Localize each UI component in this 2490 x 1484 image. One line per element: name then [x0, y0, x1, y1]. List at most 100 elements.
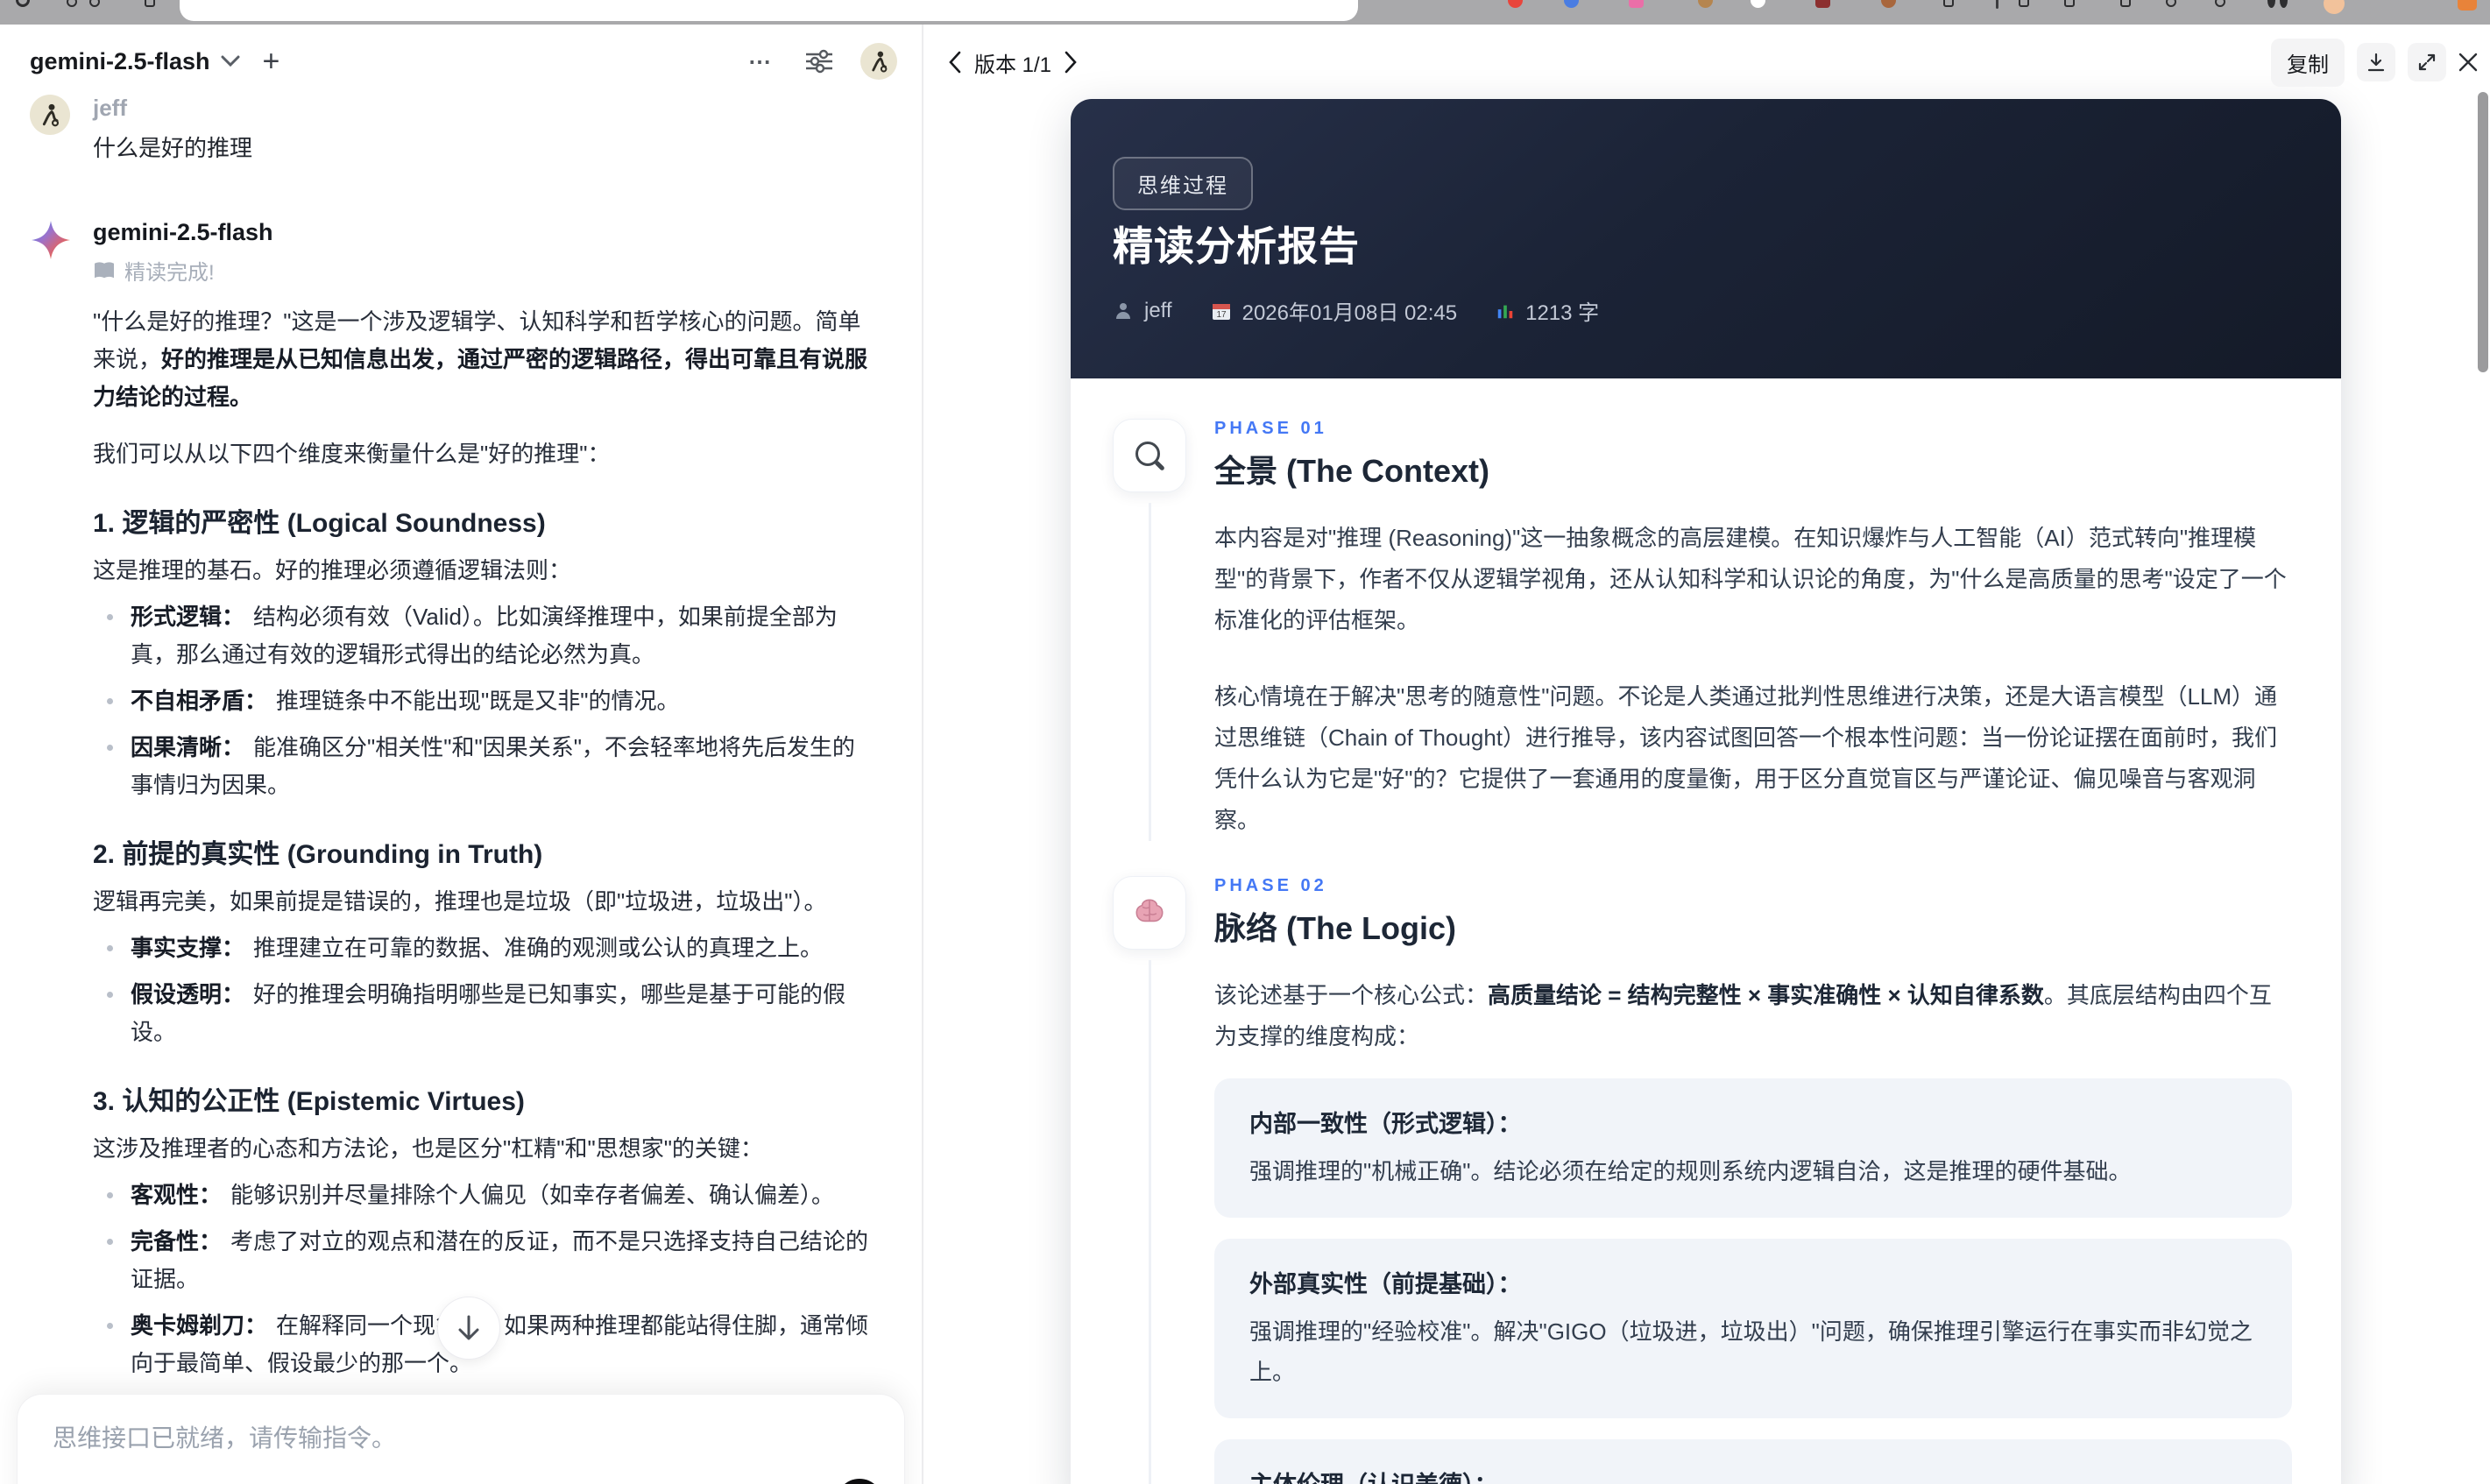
- avatar-figure-icon: [872, 51, 888, 73]
- phase-section-2: PHASE 02 脉络 (The Logic) 该论述基于一个核心公式：高质量结…: [1113, 876, 2292, 1484]
- phase1-icon-box: [1113, 419, 1186, 492]
- assistant-lead: 我们可以从以下四个维度来衡量什么是"好的推理"：: [93, 441, 611, 467]
- extension-icon-blue[interactable]: [1564, 0, 1579, 8]
- composer-placeholder[interactable]: 思维接口已就绪，请传输指令。: [53, 1419, 396, 1454]
- version-prev-button[interactable]: [948, 51, 962, 74]
- phase-rail: [1113, 876, 1186, 1484]
- voice-input-button[interactable]: [836, 1479, 883, 1484]
- extension-icon-pen[interactable]: [2064, 0, 2075, 7]
- brain-icon: [1135, 899, 1164, 922]
- bullet-dot: [107, 1192, 113, 1198]
- scrollbar-thumb[interactable]: [2478, 92, 2488, 372]
- profile-avatar-icon[interactable]: [2324, 0, 2345, 14]
- phase2-icon-box: [1113, 876, 1186, 950]
- bullet-dot: [107, 745, 113, 751]
- extension-icon-darkred[interactable]: [1815, 0, 1830, 8]
- avatar-figure-icon: [42, 103, 60, 127]
- browser-apps-icon[interactable]: [67, 0, 77, 7]
- bullet-dot: [107, 1323, 113, 1329]
- phase2-title: 脉络 (The Logic): [1214, 910, 1456, 946]
- extension-icon-refresh[interactable]: [2166, 0, 2176, 7]
- meta-author: jeff: [1113, 299, 1172, 323]
- bullet-dot: [107, 698, 113, 704]
- chevron-right-icon: [1065, 51, 1077, 74]
- close-icon: [2458, 53, 2478, 72]
- sliders-icon: [806, 49, 832, 74]
- extension-icon-white[interactable]: [1751, 0, 1765, 8]
- user-message-text: 什么是好的推理: [93, 135, 253, 161]
- user-message: jeff 什么是好的推理: [30, 95, 897, 163]
- svg-text:17: 17: [1216, 310, 1227, 320]
- phase-rail: [1113, 419, 1186, 841]
- calendar-icon: 17: [1212, 303, 1230, 320]
- artifact-actions: 复制: [2271, 38, 2478, 87]
- scroll-to-bottom-button[interactable]: [437, 1297, 500, 1360]
- phase1-label: PHASE 01: [1214, 419, 1327, 438]
- extension-icon-sliders[interactable]: [2019, 0, 2029, 7]
- close-panel-button[interactable]: [2458, 53, 2478, 72]
- browser-reload-icon[interactable]: [16, 0, 30, 7]
- section-heading-2: 2. 前提的真实性 (Grounding in Truth): [93, 840, 543, 869]
- list-item: 形式逻辑： 结构必须有效（Valid）。比如演绎推理中，如果前提全部为真，那么通过…: [93, 598, 874, 674]
- extension-icon-tan[interactable]: [1698, 0, 1713, 8]
- phase2-label: PHASE 02: [1214, 876, 1327, 895]
- browser-apps-icon2[interactable]: [89, 0, 100, 7]
- extension-icon-red[interactable]: [1508, 0, 1523, 8]
- more-menu-button[interactable]: ⋯: [748, 48, 775, 75]
- user-avatar[interactable]: [860, 43, 897, 80]
- model-selector[interactable]: gemini-2.5-flash: [30, 48, 240, 75]
- bullet-dot: [107, 992, 113, 998]
- composer[interactable]: 思维接口已就绪，请传输指令。 +: [18, 1395, 904, 1484]
- chat-header: gemini-2.5-flash + ⋯: [30, 39, 897, 84]
- extension-icon-clipboard[interactable]: [2120, 0, 2131, 7]
- report-meta: jeff 17 2026年01月08日 02:45 1213 字: [1113, 295, 1599, 326]
- dimension-card-2: 外部真实性（前提基础）： 强调推理的"经验校准"。解决"GIGO（垃圾进，垃圾出…: [1214, 1239, 2292, 1418]
- bullet-dot: [107, 614, 113, 620]
- dimension-card-1: 内部一致性（形式逻辑）： 强调推理的"机械正确"。结论必须在给定的规则系统内逻辑…: [1214, 1078, 2292, 1218]
- assistant-name: gemini-2.5-flash: [93, 219, 273, 245]
- assistant-intro: "什么是好的推理？"这是一个涉及逻辑学、认知科学和哲学核心的问题。简单来说，好的…: [93, 308, 868, 410]
- list-item: 不自相矛盾： 推理链条中不能出现"既是又非"的情况。: [93, 682, 874, 720]
- phase1-paragraph-1: 本内容是对"推理 (Reasoning)"这一抽象概念的高层建模。在知识爆炸与人…: [1214, 525, 2287, 633]
- bar-chart-icon: [1497, 305, 1513, 318]
- phase1-title: 全景 (The Context): [1214, 453, 1489, 489]
- version-navigation: 版本 1/1: [948, 47, 1078, 78]
- version-label: 版本 1/1: [974, 53, 1052, 77]
- download-button[interactable]: [2357, 43, 2395, 81]
- arrow-down-icon: [458, 1315, 479, 1340]
- book-icon: [95, 261, 114, 278]
- chevron-down-icon: [221, 55, 240, 67]
- list-item: 假设透明： 好的推理会明确指明哪些是已知事实，哪些是基于可能的假设。: [93, 976, 874, 1051]
- card1-text: 强调推理的"机械正确"。结论必须在给定的规则系统内逻辑自洽，这是推理的硬件基础。: [1249, 1158, 2132, 1184]
- report-header: 思维过程 精读分析报告 jeff 17 2026年01月08日 02:45 12…: [1071, 99, 2341, 378]
- expand-icon: [2418, 53, 2436, 71]
- browser-menu-icon[interactable]: [145, 0, 155, 7]
- extension-icon-dots[interactable]: [2267, 0, 2275, 8]
- magnifier-icon: [1134, 440, 1165, 471]
- extension-icon-orange[interactable]: [2458, 0, 2477, 11]
- meta-word-count: 1213 字: [1496, 295, 1599, 326]
- section-intro-2: 逻辑再完美，如果前提是错误的，推理也是垃圾（即"垃圾进，垃圾出"）。: [93, 888, 827, 915]
- browser-active-tab[interactable]: [180, 0, 1358, 21]
- extension-icon-puzzle[interactable]: [1943, 0, 1954, 7]
- report-badge: 思维过程: [1113, 157, 1253, 210]
- artifact-toolbar: 版本 1/1 复制: [948, 38, 2478, 87]
- card1-title: 内部一致性（形式逻辑）：: [1249, 1111, 1522, 1137]
- fullscreen-button[interactable]: [2408, 43, 2446, 81]
- extension-icon-dots2[interactable]: [2280, 0, 2288, 8]
- download-icon: [2367, 53, 2385, 72]
- version-next-button[interactable]: [1064, 51, 1078, 74]
- extension-icon-pink[interactable]: [1629, 0, 1644, 8]
- gemini-star-icon: [32, 221, 70, 259]
- extension-icon-glasses[interactable]: [2215, 0, 2225, 7]
- browser-toolbar-sliver: [0, 0, 2490, 25]
- copy-button[interactable]: 复制: [2271, 38, 2345, 87]
- bullet-dot: [107, 1239, 113, 1245]
- timeline-connector: [1148, 960, 1151, 1484]
- settings-sliders-button[interactable]: [804, 48, 834, 74]
- bullet-dot: [107, 945, 113, 951]
- model-name: gemini-2.5-flash: [30, 47, 210, 74]
- new-chat-button[interactable]: +: [263, 45, 280, 79]
- card2-title: 外部真实性（前提基础）：: [1249, 1271, 1522, 1297]
- extension-icon-brown[interactable]: [1881, 0, 1896, 8]
